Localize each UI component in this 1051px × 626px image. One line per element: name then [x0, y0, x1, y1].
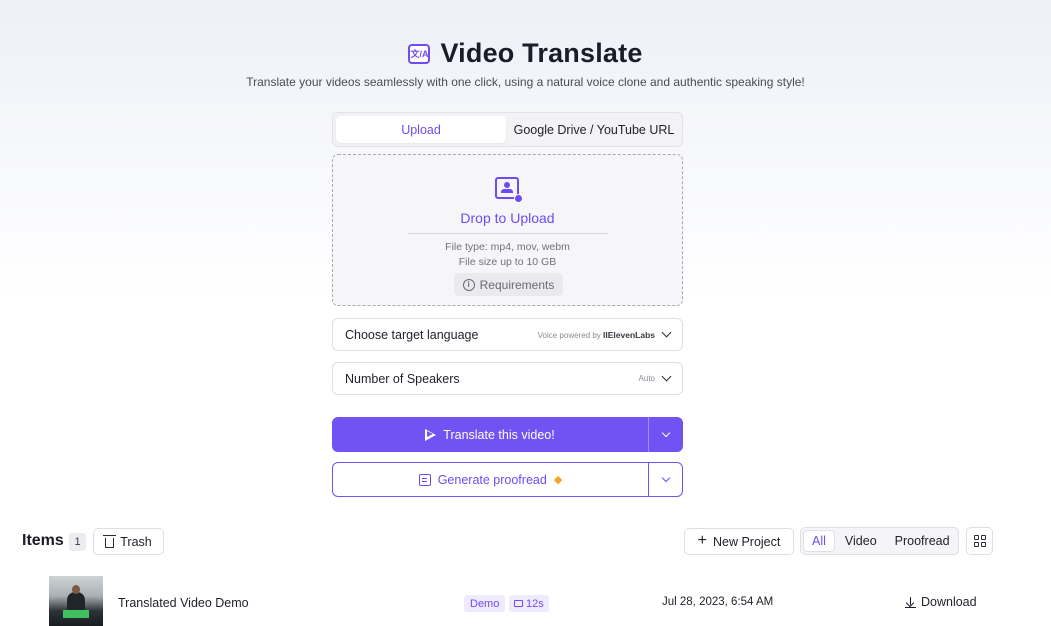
video-thumbnail[interactable] [49, 576, 103, 626]
requirements-label: Requirements [479, 277, 555, 292]
translate-options-toggle[interactable] [649, 417, 683, 452]
trash-button[interactable]: Trash [93, 528, 164, 555]
voice-powered-by: Voice powered by IIElevenLabs [538, 330, 655, 340]
filter-all[interactable]: All [803, 530, 835, 552]
document-icon [418, 473, 431, 486]
speakers-value: Auto [638, 374, 655, 383]
items-count-badge: 1 [69, 533, 86, 551]
upload-person-icon [495, 177, 523, 203]
demo-tag: Demo [464, 595, 506, 612]
target-language-label: Choose target language [345, 327, 479, 342]
generate-proofread-button[interactable]: Generate proofread ◆ [333, 463, 649, 496]
trash-icon [103, 534, 117, 548]
filter-video[interactable]: Video [837, 530, 885, 552]
duration-value: 12s [526, 597, 544, 610]
trash-label: Trash [120, 534, 152, 549]
send-icon [425, 428, 437, 441]
proofread-button-group: Generate proofread ◆ [332, 462, 683, 497]
translate-icon: 文/A [408, 43, 431, 64]
file-size-info: File size up to 10 GB [458, 256, 557, 268]
file-type-info: File type: mp4, mov, webm [445, 241, 570, 253]
page-title: Video Translate [440, 38, 643, 68]
grid-view-icon [973, 535, 979, 540]
page-header: 文/A Video Translate [0, 38, 1051, 69]
download-icon [905, 596, 916, 608]
tab-upload[interactable]: Upload [336, 116, 506, 143]
video-translate-page: 文/A Video Translate Translate your video… [0, 0, 1051, 626]
elevenlabs-logo: IIElevenLabs [603, 329, 655, 340]
source-tabs: Upload Google Drive / YouTube URL [332, 112, 683, 147]
duration-tag: 12s [509, 595, 549, 612]
info-icon: i [462, 278, 475, 291]
translate-video-button[interactable]: Translate this video! [332, 417, 649, 452]
upload-dropzone[interactable]: Drop to Upload File type: mp4, mov, webm… [332, 154, 683, 306]
new-project-label: New Project [712, 534, 781, 549]
speakers-label: Number of Speakers [345, 371, 460, 386]
generate-proofread-label: Generate proofread [437, 472, 547, 487]
proofread-options-toggle[interactable] [649, 463, 682, 496]
translate-video-label: Translate this video! [443, 427, 555, 442]
chevron-down-icon [661, 371, 672, 382]
chevron-down-icon [661, 327, 672, 338]
item-date: Jul 28, 2023, 6:54 AM [662, 596, 774, 608]
download-label: Download [921, 595, 977, 609]
chevron-down-icon [661, 428, 671, 438]
grid-view-button[interactable] [966, 527, 993, 555]
plus-icon: + [697, 532, 707, 549]
target-language-select[interactable]: Choose target language Voice powered by … [332, 318, 683, 351]
item-name[interactable]: Translated Video Demo [118, 596, 249, 610]
premium-gem-icon: ◆ [553, 474, 563, 486]
requirements-button[interactable]: i Requirements [454, 273, 563, 296]
dropzone-title: Drop to Upload [460, 210, 555, 226]
page-subtitle: Translate your videos seamlessly with on… [246, 75, 805, 89]
filter-proofread[interactable]: Proofread [887, 530, 958, 552]
voice-powered-prefix: Voice powered by [537, 330, 601, 340]
item-type-filter: All Video Proofread [800, 527, 959, 555]
tab-google-drive-youtube-url[interactable]: Google Drive / YouTube URL [509, 116, 679, 143]
items-title: Items [22, 532, 64, 549]
dropzone-divider [408, 233, 608, 234]
new-project-button[interactable]: + New Project [684, 528, 794, 555]
video-camera-icon [514, 600, 523, 607]
translate-button-group: Translate this video! [332, 417, 683, 452]
download-button[interactable]: Download [905, 595, 977, 609]
chevron-down-icon [661, 473, 670, 483]
speakers-select[interactable]: Number of Speakers Auto [332, 362, 683, 395]
